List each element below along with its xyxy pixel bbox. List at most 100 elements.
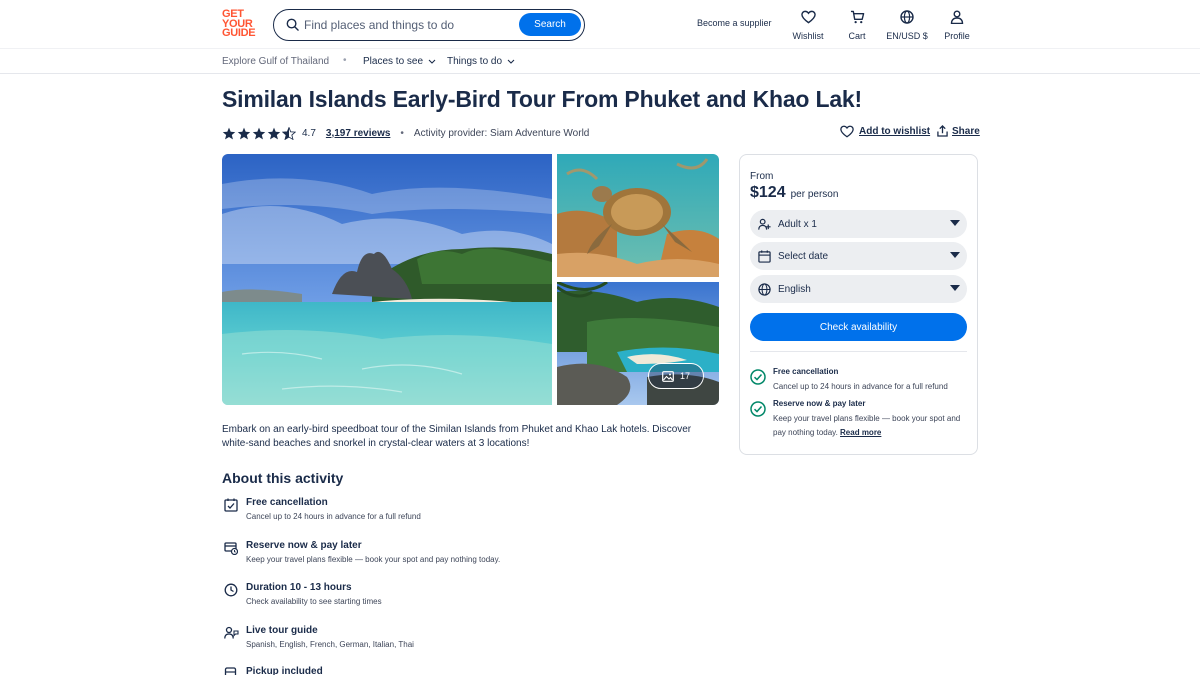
activity-description: Embark on an early-bird speedboat tour o…	[222, 424, 692, 449]
star-icon	[237, 127, 251, 139]
check-availability-button[interactable]: Check availability	[750, 313, 967, 341]
add-to-wishlist-button[interactable]: Add to wishlist	[840, 125, 930, 138]
card-clock-icon	[224, 542, 239, 556]
activity-provider: Activity provider: Siam Adventure World	[413, 127, 590, 139]
card-feature-subtitle: Cancel up to 24 hours in advance for a f…	[773, 382, 948, 391]
turtle-photo[interactable]	[557, 154, 719, 277]
feature-subtitle: Check availability to see starting times	[246, 597, 382, 606]
reviews-link[interactable]: 3,197 reviews	[326, 128, 391, 139]
separator-dot: •	[400, 127, 404, 139]
globe-icon	[758, 282, 771, 296]
star-icon	[252, 127, 266, 139]
nav-label: Profile	[944, 31, 970, 41]
photo-gallery: 17	[222, 154, 719, 405]
top-header: GET YOUR GUIDE Search Become a supplier …	[0, 0, 1200, 48]
getyourguide-logo[interactable]: GET YOUR GUIDE	[222, 9, 260, 39]
feature-title: Duration 10 - 13 hours	[246, 582, 352, 593]
feature-title: Reserve now & pay later	[246, 540, 362, 551]
nav-label: Wishlist	[792, 31, 824, 41]
wishlist-label: Add to wishlist	[859, 126, 931, 137]
feature-subtitle: Spanish, English, French, German, Italia…	[246, 640, 414, 649]
nav-label: EN/USD $	[886, 31, 928, 41]
caret-down-icon	[950, 220, 960, 226]
card-reserve-now: Reserve now & pay later Keep your travel…	[750, 399, 968, 440]
feature-free-cancellation: Free cancellation Cancel up to 24 hours …	[224, 497, 421, 521]
price-block: $124 per person	[750, 184, 838, 202]
share-label: Share	[952, 125, 980, 137]
photo-count-label: 17	[679, 371, 690, 381]
chevron-down-icon	[428, 59, 436, 64]
become-supplier-link[interactable]: Become a supplier	[697, 18, 772, 28]
price-amount: $124	[750, 184, 786, 201]
feature-title: Live tour guide	[246, 625, 318, 636]
price-from-label: From	[750, 171, 774, 182]
chevron-down-icon	[507, 59, 515, 64]
per-person-label: per person	[790, 189, 839, 200]
bus-icon	[224, 667, 237, 675]
feature-subtitle: Cancel up to 24 hours in advance for a f…	[246, 512, 421, 521]
about-heading: About this activity	[222, 470, 344, 486]
feature-pickup: Pickup included	[224, 666, 323, 675]
sub-navigation: Explore Gulf of Thailand • Places to see…	[0, 48, 1200, 74]
participants-select[interactable]: Adult x 1	[750, 210, 967, 238]
star-icon	[267, 127, 281, 139]
rating-row: 4.7 3,197 reviews • Activity provider: S…	[222, 125, 589, 141]
feature-live-guide: Live tour guide Spanish, English, French…	[224, 625, 414, 649]
search-icon	[286, 18, 299, 34]
card-feature-title: Reserve now & pay later	[773, 399, 866, 408]
language-select[interactable]: English	[750, 275, 967, 303]
activity-title: Similan Islands Early-Bird Tour From Phu…	[222, 86, 862, 112]
separator-dot: •	[343, 55, 347, 66]
share-button[interactable]: Share	[937, 125, 980, 137]
card-feature-subtitle: Keep your travel plans flexible — book y…	[773, 412, 968, 440]
globe-icon	[900, 10, 914, 27]
places-to-see-dropdown[interactable]: Places to see	[363, 56, 436, 67]
explore-link[interactable]: Explore Gulf of Thailand	[222, 56, 329, 67]
caret-down-icon	[950, 252, 960, 258]
check-circle-icon	[750, 401, 766, 417]
heart-icon	[800, 10, 816, 27]
calendar-check-icon	[224, 498, 238, 512]
guide-icon	[224, 626, 239, 639]
heart-icon	[840, 125, 854, 138]
things-to-do-dropdown[interactable]: Things to do	[447, 56, 515, 67]
feature-reserve-now: Reserve now & pay later Keep your travel…	[224, 540, 500, 564]
beach-photo[interactable]: 17	[557, 282, 719, 405]
nav-label: Cart	[848, 31, 866, 41]
half-star-icon	[282, 126, 296, 140]
dropdown-label: Things to do	[447, 56, 503, 67]
caret-down-icon	[950, 285, 960, 291]
search-bar: Search	[273, 9, 585, 41]
logo-line: GUIDE	[222, 27, 256, 39]
search-button[interactable]: Search	[519, 13, 581, 36]
share-icon	[937, 125, 948, 137]
feature-duration: Duration 10 - 13 hours Check availabilit…	[224, 582, 382, 606]
date-value: Select date	[778, 250, 829, 262]
participants-icon	[758, 218, 771, 230]
rating-value: 4.7	[302, 127, 316, 139]
image-icon	[662, 370, 674, 382]
booking-card: From $124 per person Adult x 1 Select da…	[739, 154, 978, 455]
feature-title: Free cancellation	[246, 497, 328, 508]
check-circle-icon	[750, 369, 766, 385]
date-select[interactable]: Select date	[750, 242, 967, 270]
calendar-icon	[758, 249, 771, 263]
person-icon	[950, 10, 964, 27]
clock-icon	[224, 583, 238, 597]
main-photo[interactable]	[222, 154, 552, 405]
language-value: English	[778, 283, 811, 295]
rating-stars	[222, 126, 296, 140]
search-input[interactable]	[304, 16, 514, 34]
feature-title: Pickup included	[246, 666, 323, 675]
divider	[750, 351, 967, 352]
participants-value: Adult x 1	[778, 218, 817, 230]
feature-subtitle: Keep your travel plans flexible — book y…	[246, 555, 501, 564]
star-icon	[222, 127, 236, 139]
view-all-photos-button[interactable]: 17	[648, 363, 704, 389]
nav-profile[interactable]: Profile	[927, 10, 987, 41]
dropdown-label: Places to see	[363, 56, 424, 67]
card-feature-title: Free cancellation	[773, 367, 839, 376]
cart-icon	[850, 10, 865, 27]
read-more-link[interactable]: Read more	[840, 428, 881, 437]
card-free-cancellation: Free cancellation Cancel up to 24 hours …	[750, 367, 968, 394]
